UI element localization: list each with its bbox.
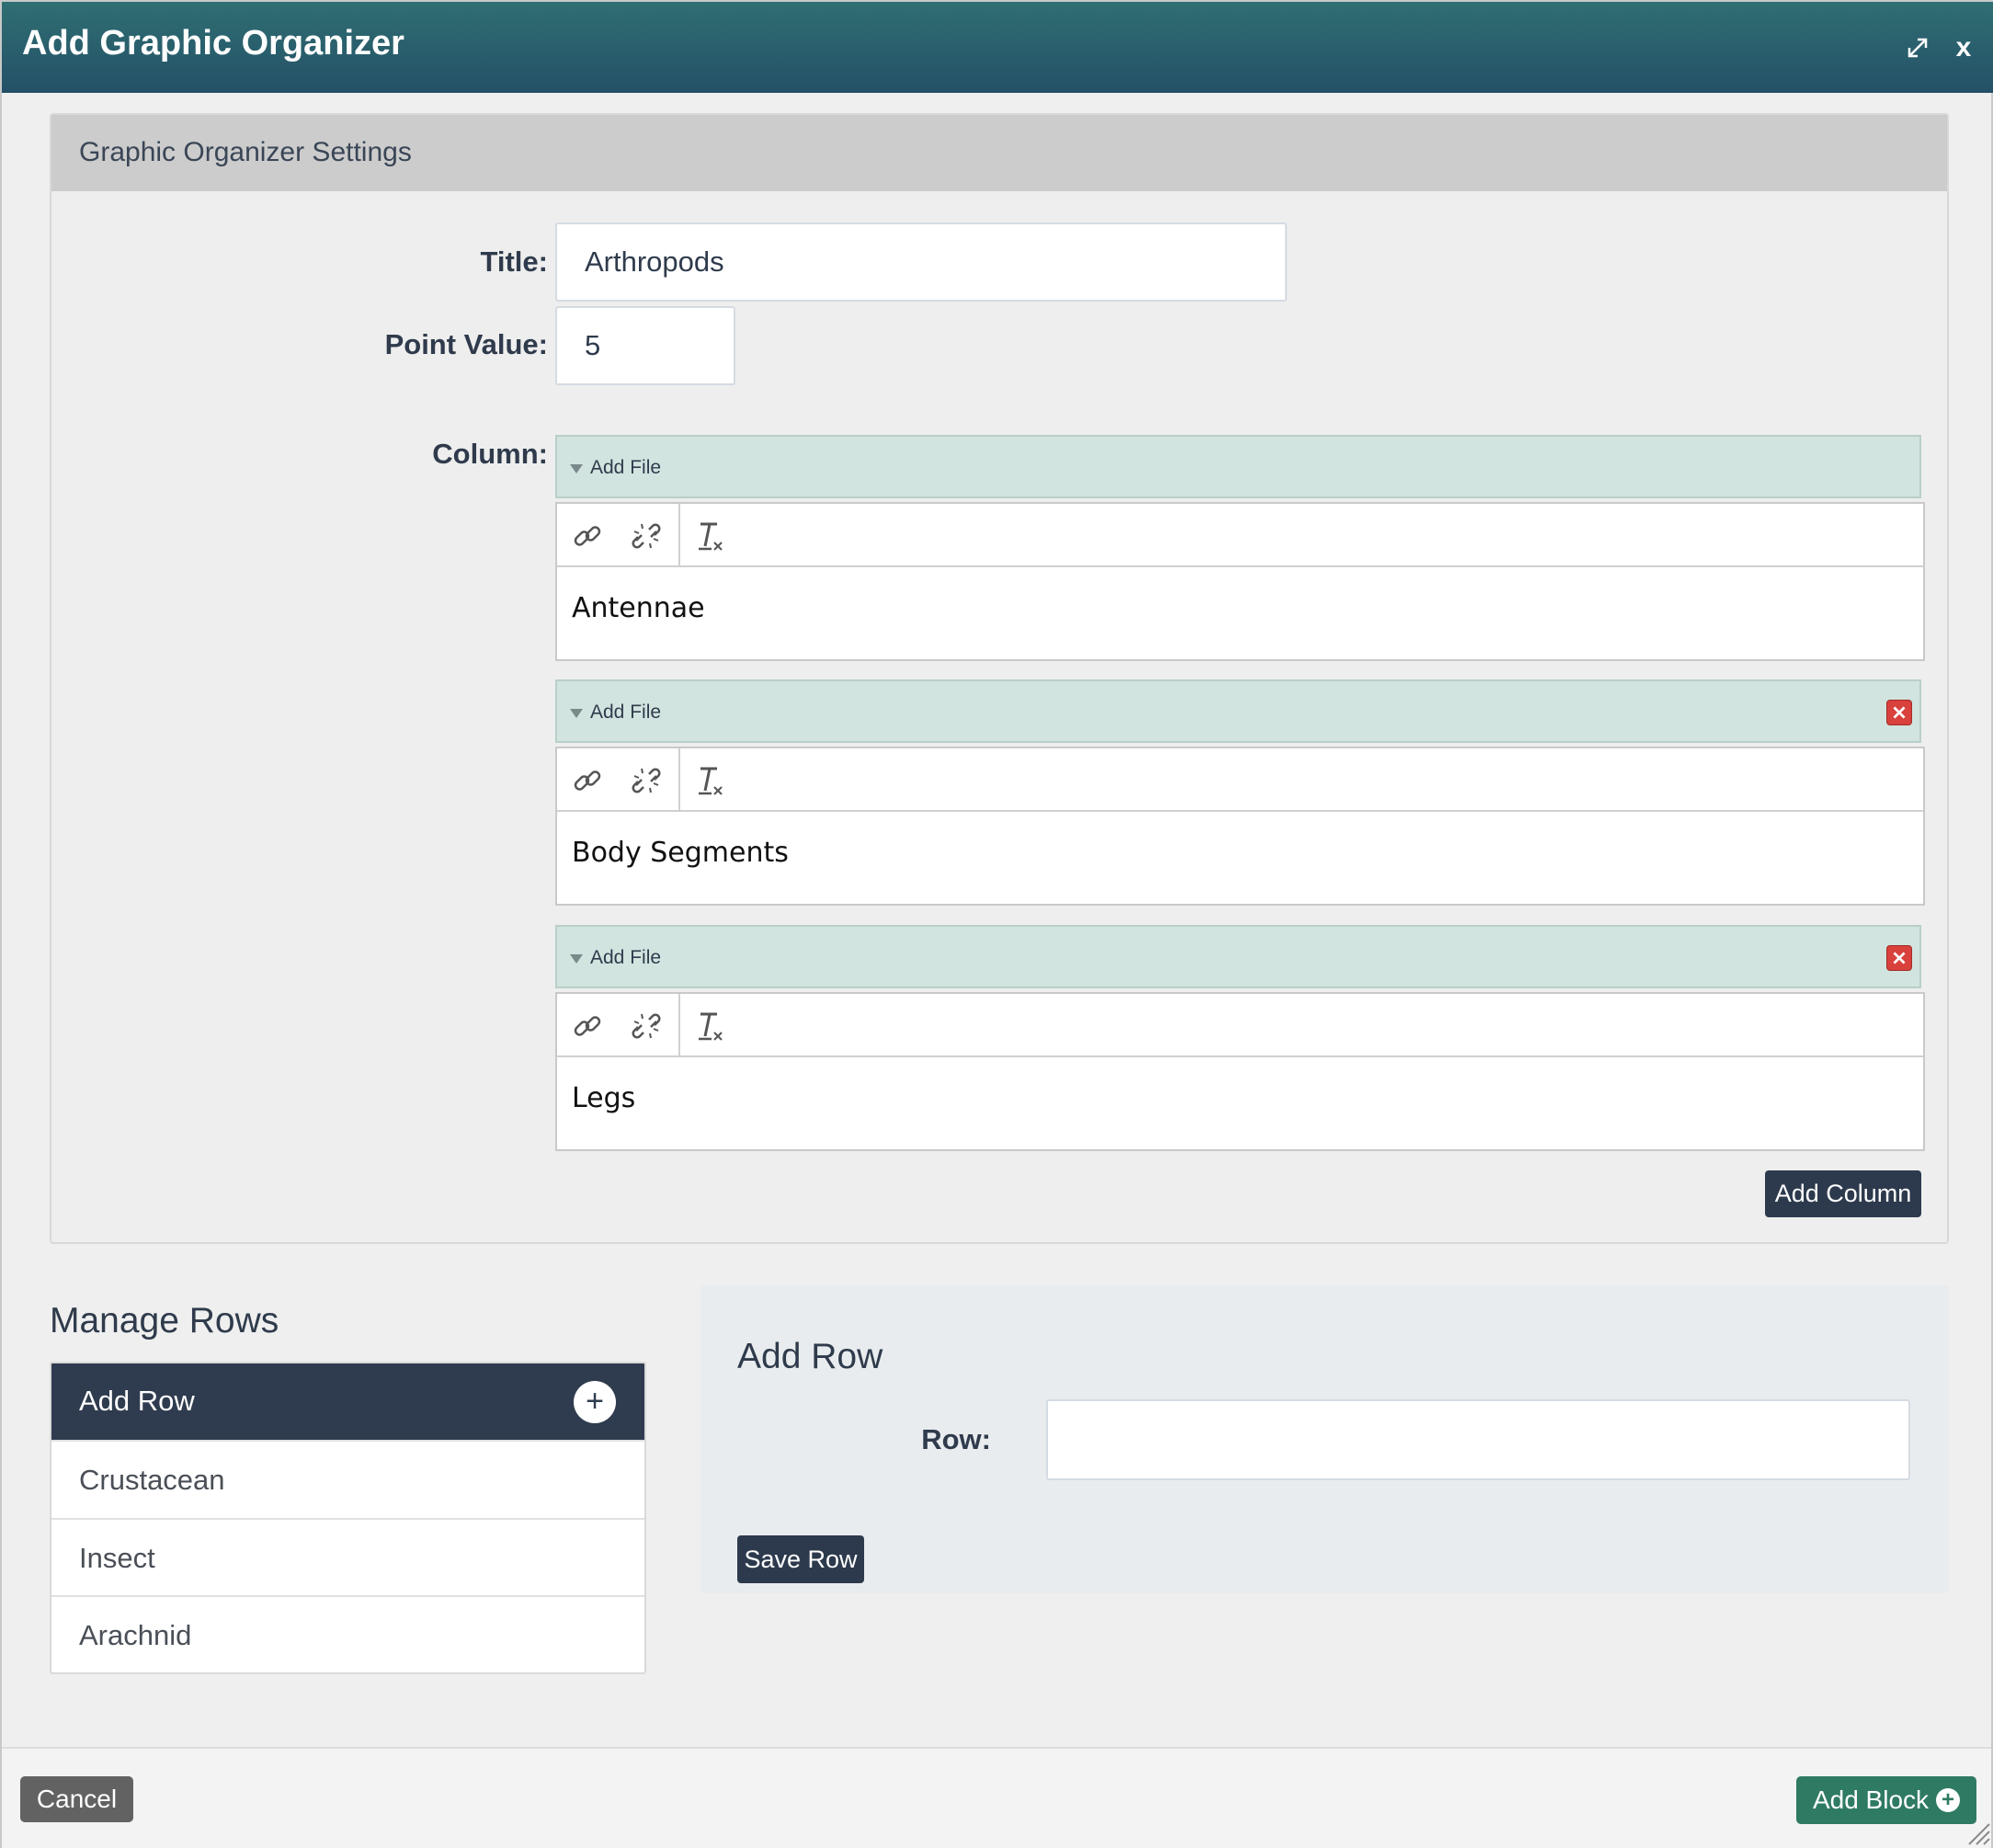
- title-label: Title:: [480, 245, 549, 278]
- add-file-bar[interactable]: Add File: [555, 435, 1921, 498]
- list-item[interactable]: Arachnid: [51, 1595, 644, 1672]
- caret-down-icon: [570, 954, 583, 964]
- add-row-panel: Add Row Row: Save Row: [700, 1285, 1949, 1593]
- graphic-organizer-settings-panel: Graphic Organizer Settings Title: Arthro…: [50, 113, 1949, 1244]
- rows-list: Add Row + Crustacean Insect Arachnid: [50, 1362, 646, 1674]
- delete-column-icon[interactable]: [1886, 945, 1912, 971]
- row-label: Row:: [921, 1423, 991, 1455]
- column-text: Antennae: [572, 592, 705, 624]
- save-row-button[interactable]: Save Row: [737, 1535, 864, 1583]
- editor-toolbar: [557, 748, 1923, 812]
- unlink-icon[interactable]: [629, 1009, 664, 1044]
- unlink-icon[interactable]: [629, 519, 664, 553]
- add-graphic-organizer-dialog: Add Graphic Organizer x Graphic Organize…: [0, 0, 1993, 1848]
- add-file-label[interactable]: Add File: [590, 457, 661, 479]
- add-row-list-header[interactable]: Add Row +: [51, 1363, 644, 1440]
- caret-down-icon: [570, 464, 583, 473]
- editor-toolbar: [557, 504, 1923, 567]
- dialog-titlebar: Add Graphic Organizer x: [2, 2, 1993, 93]
- unlink-icon[interactable]: [629, 763, 664, 798]
- list-item[interactable]: Crustacean: [51, 1440, 644, 1517]
- expand-icon[interactable]: [1905, 35, 1930, 61]
- settings-title: Graphic Organizer Settings: [79, 137, 412, 167]
- column-item: Add File: [555, 679, 1925, 907]
- toolbar-separator: [678, 748, 680, 812]
- column-item: Add File: [555, 925, 1925, 1153]
- plus-icon[interactable]: +: [574, 1381, 616, 1423]
- add-file-bar[interactable]: Add File: [555, 925, 1921, 988]
- plus-circle-icon: +: [1936, 1788, 1961, 1812]
- close-icon[interactable]: x: [1953, 29, 1975, 66]
- remove-format-icon[interactable]: [691, 1009, 726, 1044]
- row-input[interactable]: [1046, 1399, 1910, 1480]
- column-text: Legs: [572, 1082, 636, 1114]
- link-icon[interactable]: [570, 1009, 605, 1044]
- point-value-input[interactable]: 5: [555, 306, 735, 385]
- row-label: Arachnid: [79, 1619, 192, 1651]
- add-block-button[interactable]: Add Block +: [1796, 1776, 1976, 1824]
- manage-rows-title: Manage Rows: [50, 1301, 279, 1340]
- list-item[interactable]: Insect: [51, 1518, 644, 1595]
- row-label: Insect: [79, 1542, 155, 1574]
- editor-toolbar: [557, 994, 1923, 1057]
- add-file-bar[interactable]: Add File: [555, 679, 1921, 743]
- dialog-footer: Cancel Add Block +: [2, 1747, 1991, 1848]
- add-file-label[interactable]: Add File: [590, 702, 661, 724]
- add-row-list-label: Add Row: [79, 1385, 195, 1417]
- add-row-title: Add Row: [737, 1337, 883, 1376]
- column-label: Column:: [432, 438, 548, 470]
- link-icon[interactable]: [570, 763, 605, 798]
- row-label: Crustacean: [79, 1464, 225, 1496]
- dialog-title: Add Graphic Organizer: [22, 24, 404, 63]
- point-value-label: Point Value:: [384, 328, 548, 360]
- add-block-label: Add Block: [1812, 1785, 1930, 1814]
- add-file-label[interactable]: Add File: [590, 947, 661, 969]
- toolbar-separator: [678, 504, 680, 567]
- column-editor[interactable]: Legs: [555, 992, 1925, 1151]
- column-editor[interactable]: Body Segments: [555, 747, 1925, 906]
- column-editor[interactable]: Antennae: [555, 502, 1925, 661]
- column-text: Body Segments: [572, 837, 789, 869]
- toolbar-separator: [678, 994, 680, 1057]
- remove-format-icon[interactable]: [691, 763, 726, 798]
- delete-column-icon[interactable]: [1886, 700, 1912, 725]
- add-column-button[interactable]: Add Column: [1765, 1170, 1921, 1217]
- caret-down-icon: [570, 709, 583, 718]
- cancel-button[interactable]: Cancel: [20, 1776, 133, 1822]
- column-item: Add File: [555, 435, 1925, 663]
- resize-handle-icon[interactable]: [1965, 1820, 1991, 1846]
- remove-format-icon[interactable]: [691, 519, 726, 553]
- link-icon[interactable]: [570, 519, 605, 553]
- settings-header: Graphic Organizer Settings: [51, 115, 1947, 191]
- title-input[interactable]: Arthropods: [555, 222, 1287, 302]
